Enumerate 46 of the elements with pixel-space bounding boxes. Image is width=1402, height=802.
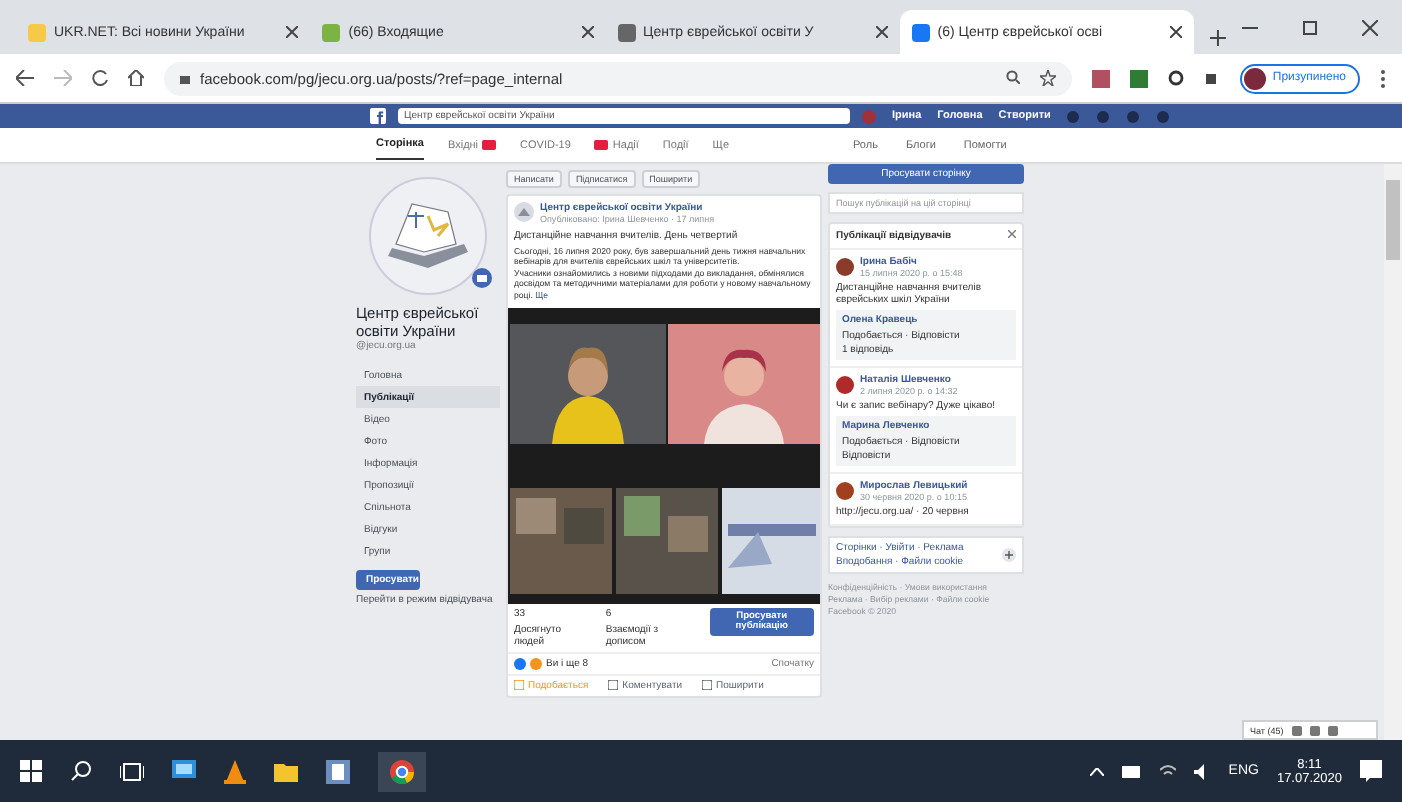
chrome-icon[interactable]: [378, 751, 426, 791]
favicon-icon: [28, 23, 46, 41]
close-icon[interactable]: [1170, 26, 1183, 38]
close-icon[interactable]: [581, 26, 594, 38]
reload-icon[interactable]: [92, 70, 108, 86]
share-icon: [702, 680, 713, 691]
restore-icon[interactable]: [1302, 19, 1319, 35]
love-reaction-icon: [530, 657, 542, 670]
like-reaction-icon: [514, 657, 526, 670]
camera-icon[interactable]: [472, 268, 492, 288]
avatar-icon: [836, 482, 854, 500]
thumbs-up-icon: [514, 680, 524, 691]
comment-icon: [608, 680, 619, 691]
menu-icon[interactable]: [1380, 69, 1386, 87]
facebook-logo-icon[interactable]: [370, 108, 386, 124]
caret-up-icon[interactable]: [1090, 767, 1105, 775]
avatar-icon: [862, 109, 876, 123]
avatar-icon: [836, 258, 854, 276]
cone-icon[interactable]: [224, 759, 246, 783]
close-icon[interactable]: [875, 26, 888, 38]
page-avatar-icon: [514, 202, 534, 222]
scrollbar[interactable]: [1384, 164, 1402, 740]
logo-drawing: [368, 176, 488, 296]
wifi-icon[interactable]: [1160, 764, 1177, 778]
back-icon[interactable]: [16, 70, 34, 86]
zoom-icon[interactable]: [1006, 70, 1021, 84]
favicon-icon: [911, 23, 930, 41]
close-icon[interactable]: [1362, 19, 1379, 35]
document-icon[interactable]: [326, 759, 350, 783]
search-icon[interactable]: [70, 760, 92, 782]
task-view-icon[interactable]: [120, 761, 144, 781]
avatar-icon: [1244, 67, 1267, 89]
circle-icon[interactable]: [1168, 70, 1185, 86]
home-icon[interactable]: [128, 70, 144, 86]
plus-icon[interactable]: [1002, 548, 1016, 562]
folder-icon[interactable]: [274, 761, 298, 781]
star-icon[interactable]: [1040, 70, 1057, 86]
favicon-icon: [322, 23, 341, 41]
battery-icon[interactable]: [1122, 765, 1143, 777]
close-icon[interactable]: [1008, 230, 1016, 238]
avatar-icon: [836, 376, 854, 394]
new-tab-icon[interactable]: [1210, 30, 1227, 46]
favicon-icon: [617, 23, 636, 41]
close-icon[interactable]: [286, 26, 299, 38]
monitor-icon[interactable]: [172, 760, 196, 782]
windows-icon[interactable]: [20, 760, 42, 782]
